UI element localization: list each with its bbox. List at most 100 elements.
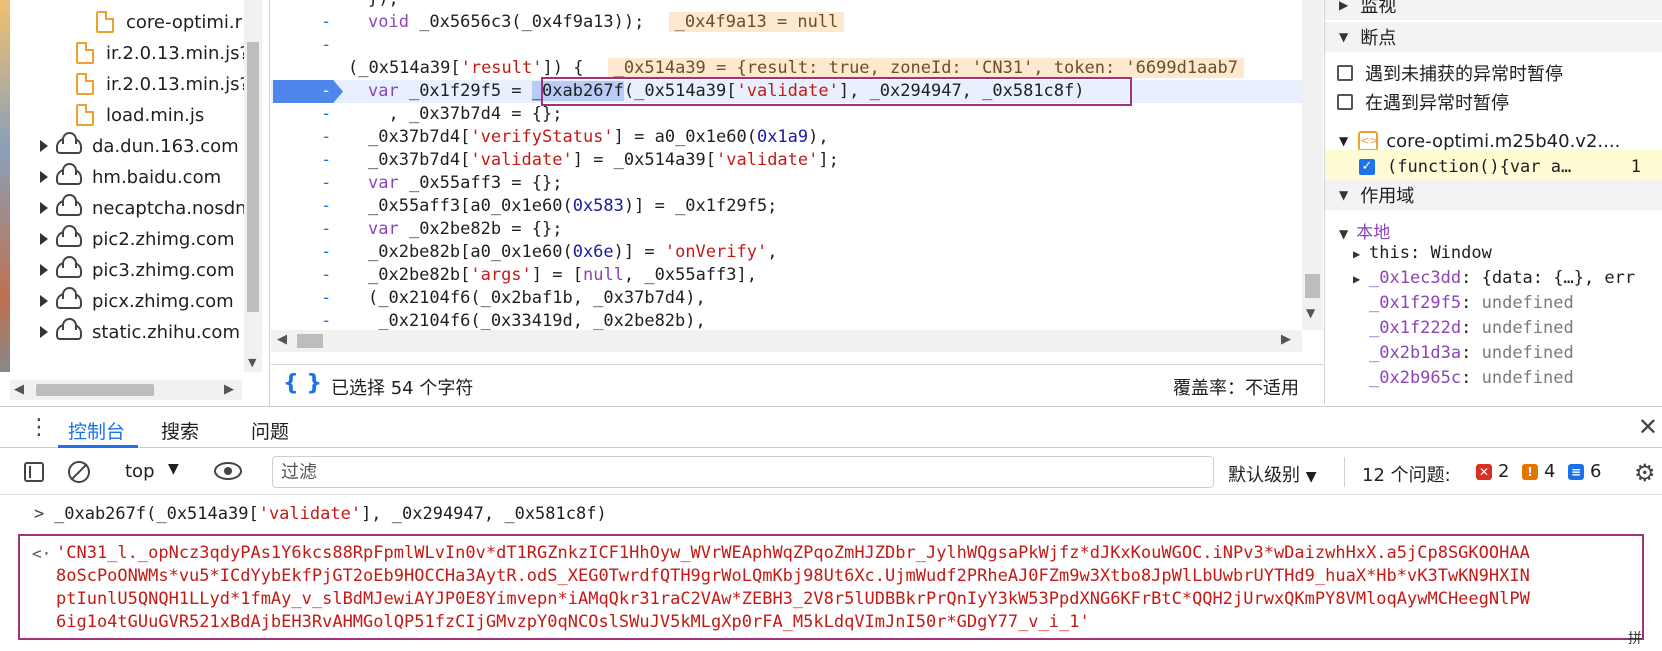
scope-variable[interactable]: _0x1f222d: undefined — [1353, 318, 1574, 338]
scope-variable[interactable]: _0x1f29f5: undefined — [1353, 293, 1574, 313]
code-line[interactable]: - var _0x55aff3 = {}; — [271, 172, 1311, 195]
gutter-marker[interactable]: - — [321, 103, 341, 126]
scope-section-header[interactable]: ▼ 作用域 — [1325, 180, 1662, 210]
gear-icon[interactable]: ⚙ — [1634, 459, 1656, 487]
pause-caught-checkbox[interactable] — [1337, 94, 1353, 110]
expand-triangle-icon[interactable] — [40, 295, 48, 307]
file-tree-scroll-thumb[interactable] — [247, 42, 259, 312]
gutter-marker[interactable]: - — [321, 149, 341, 172]
chevron-down-icon[interactable]: ▼ — [168, 461, 179, 477]
pretty-print-icon[interactable]: { } — [283, 371, 322, 396]
expand-triangle-icon[interactable]: ▶ — [1353, 272, 1367, 286]
code-line[interactable]: - — [271, 34, 1311, 57]
live-expression-eye-icon[interactable] — [214, 462, 242, 480]
scroll-left-arrow-icon[interactable]: ◀ — [277, 332, 287, 347]
gutter-marker[interactable]: - — [321, 34, 341, 57]
gutter-marker[interactable]: - — [321, 264, 341, 287]
console-result-value[interactable]: 'CN31_l._opNcz3qdyPAs1Y6kcs88RpFpmlWLvIn… — [56, 542, 1626, 634]
show-sidebar-icon[interactable] — [24, 462, 44, 482]
tab-issues[interactable]: 问题 — [251, 417, 289, 444]
file-tree-label: ir.2.0.13.min.js? — [106, 42, 250, 64]
editor-horizontal-scrollbar[interactable]: ◀ ▶ — [271, 330, 1302, 352]
gutter-marker[interactable]: - — [321, 287, 341, 310]
gutter-marker[interactable]: - — [321, 126, 341, 149]
warning-count-badge[interactable]: ! 4 — [1522, 461, 1555, 482]
code-line[interactable]: - _0x37b7d4['validate'] = _0x514a39['vali… — [271, 149, 1311, 172]
clear-console-icon[interactable] — [68, 461, 90, 483]
editor-status-bar: { } 已选择 54 个字符 覆盖率：不适用 — [271, 364, 1323, 404]
file-tree-label: picx.zhimg.com — [92, 290, 234, 312]
code-line[interactable]: - _0x2be82b['args'] = [null, _0x55aff3], — [271, 264, 1311, 287]
file-tree-label: static.zhihu.com — [92, 321, 240, 343]
file-tree-item[interactable]: ir.2.0.13.min.js? — [76, 37, 249, 69]
tab-console[interactable]: 控制台 — [68, 417, 125, 444]
scroll-down-arrow-icon[interactable]: ▼ — [248, 356, 256, 369]
code-line[interactable]: - _0x37b7d4['verifyStatus'] = a0_0x1e60(0… — [271, 126, 1311, 149]
code-line[interactable]: - , _0x37b7d4 = {}; — [271, 103, 1311, 126]
gutter-marker[interactable]: - — [321, 11, 341, 34]
file-tree-item[interactable]: core-optimi.r — [96, 6, 242, 38]
domain-tree-item[interactable]: hm.baidu.com — [40, 161, 221, 193]
code-line[interactable]: - (_0x2104f6(_0x2baf1b, _0x37b7d4), — [271, 287, 1311, 310]
code-line[interactable]: }); — [271, 0, 1311, 11]
pause-uncaught-checkbox[interactable] — [1337, 65, 1353, 81]
code-line[interactable]: - _0x55aff3[a0_0x1e60(0x583)] = _0x1f29f5… — [271, 195, 1311, 218]
scroll-right-arrow-icon[interactable]: ▶ — [224, 382, 234, 397]
context-selector[interactable]: top — [125, 461, 155, 482]
scroll-left-arrow-icon[interactable]: ◀ — [14, 382, 24, 397]
result-line: 'CN31_l._opNcz3qdyPAs1Y6kcs88RpFpmlWLvIn… — [56, 543, 1530, 563]
expand-triangle-icon[interactable] — [40, 202, 48, 214]
scroll-right-arrow-icon[interactable]: ▶ — [1281, 332, 1291, 347]
scroll-down-arrow-icon[interactable]: ▼ — [1306, 306, 1315, 320]
code-line[interactable]: - _0x2be82b[a0_0x1e60(0x6e)] = 'onVerify'… — [271, 241, 1311, 264]
domain-tree-item[interactable]: necaptcha.nosdn. — [40, 192, 252, 224]
scope-key: _0x1f29f5 — [1369, 293, 1462, 313]
pause-uncaught-option[interactable]: 遇到未捕获的异常时暂停 — [1337, 60, 1563, 86]
code-text: void _0x5656c3(_0x4f9a13)); _0x4f9a13 = … — [368, 11, 845, 34]
gutter-marker[interactable]: - — [321, 195, 341, 218]
local-scope-header[interactable]: ▼ 本地 — [1339, 218, 1390, 243]
file-tree-hscroll-thumb[interactable] — [36, 384, 154, 396]
expand-triangle-icon[interactable] — [40, 326, 48, 338]
expand-triangle-icon[interactable]: ▶ — [1353, 247, 1367, 261]
expand-triangle-icon[interactable] — [40, 264, 48, 276]
editor-scroll-thumb[interactable] — [1305, 274, 1320, 298]
scope-variable[interactable]: _0x2b1d3a: undefined — [1353, 343, 1574, 363]
close-icon[interactable]: ✕ — [1638, 413, 1658, 441]
log-level-dropdown[interactable]: 默认级别 ▼ — [1228, 461, 1317, 487]
domain-tree-item[interactable]: pic3.zhimg.com — [40, 254, 234, 286]
code-line[interactable]: - void _0x5656c3(_0x4f9a13)); _0x4f9a13 =… — [271, 11, 1311, 34]
pause-caught-option[interactable]: 在遇到异常时暂停 — [1337, 89, 1509, 115]
issues-count-label[interactable]: 12 个问题: — [1362, 461, 1451, 487]
more-options-icon[interactable]: ⋮ — [28, 415, 50, 440]
gutter-marker[interactable]: - — [321, 241, 341, 264]
scope-variable[interactable]: ▶ this: Window — [1353, 243, 1492, 263]
watch-section-header[interactable]: ▶ 监视 — [1325, 0, 1662, 20]
file-tree-item[interactable]: ir.2.0.13.min.js? — [76, 68, 249, 100]
scope-variable[interactable]: _0x2b965c: undefined — [1353, 368, 1574, 388]
gutter-marker[interactable]: - — [321, 218, 341, 241]
breakpoints-section-header[interactable]: ▼ 断点 — [1325, 22, 1662, 52]
expand-triangle-icon[interactable] — [40, 233, 48, 245]
gutter-marker[interactable]: - — [321, 172, 341, 195]
expand-triangle-icon[interactable] — [40, 140, 48, 152]
gutter-marker[interactable]: - — [321, 80, 341, 103]
info-count-badge[interactable]: ≡ 6 — [1568, 461, 1601, 482]
source-code-editor[interactable]: }); - void _0x5656c3(_0x4f9a13)); _0x4f9a1… — [271, 0, 1323, 365]
error-count-badge[interactable]: ✕ 2 — [1476, 461, 1509, 482]
editor-hscroll-thumb[interactable] — [297, 334, 323, 348]
scope-variable[interactable]: ▶ _0x1ec3dd: {data: {…}, err — [1353, 268, 1635, 288]
console-command[interactable]: _0xab267f(_0x514a39['validate'], _0x2949… — [54, 504, 607, 524]
domain-tree-item[interactable]: pic2.zhimg.com — [40, 223, 234, 255]
file-tree-horizontal-scrollbar[interactable]: ◀ ▶ — [10, 380, 242, 400]
expand-triangle-icon[interactable] — [40, 171, 48, 183]
domain-tree-item[interactable]: static.zhihu.com — [40, 316, 240, 348]
file-tree-item[interactable]: load.min.js — [76, 99, 204, 131]
breakpoint-enabled-checkbox[interactable]: ✓ — [1359, 159, 1375, 175]
domain-tree-item[interactable]: da.dun.163.com — [40, 130, 239, 162]
code-line[interactable]: - var _0x2be82b = {}; — [271, 218, 1311, 241]
tab-search[interactable]: 搜索 — [161, 417, 199, 444]
domain-tree-item[interactable]: picx.zhimg.com — [40, 285, 234, 317]
console-filter-input[interactable] — [272, 456, 1214, 488]
breakpoint-entry[interactable]: ✓ (function(){var a… 1 — [1325, 150, 1662, 184]
